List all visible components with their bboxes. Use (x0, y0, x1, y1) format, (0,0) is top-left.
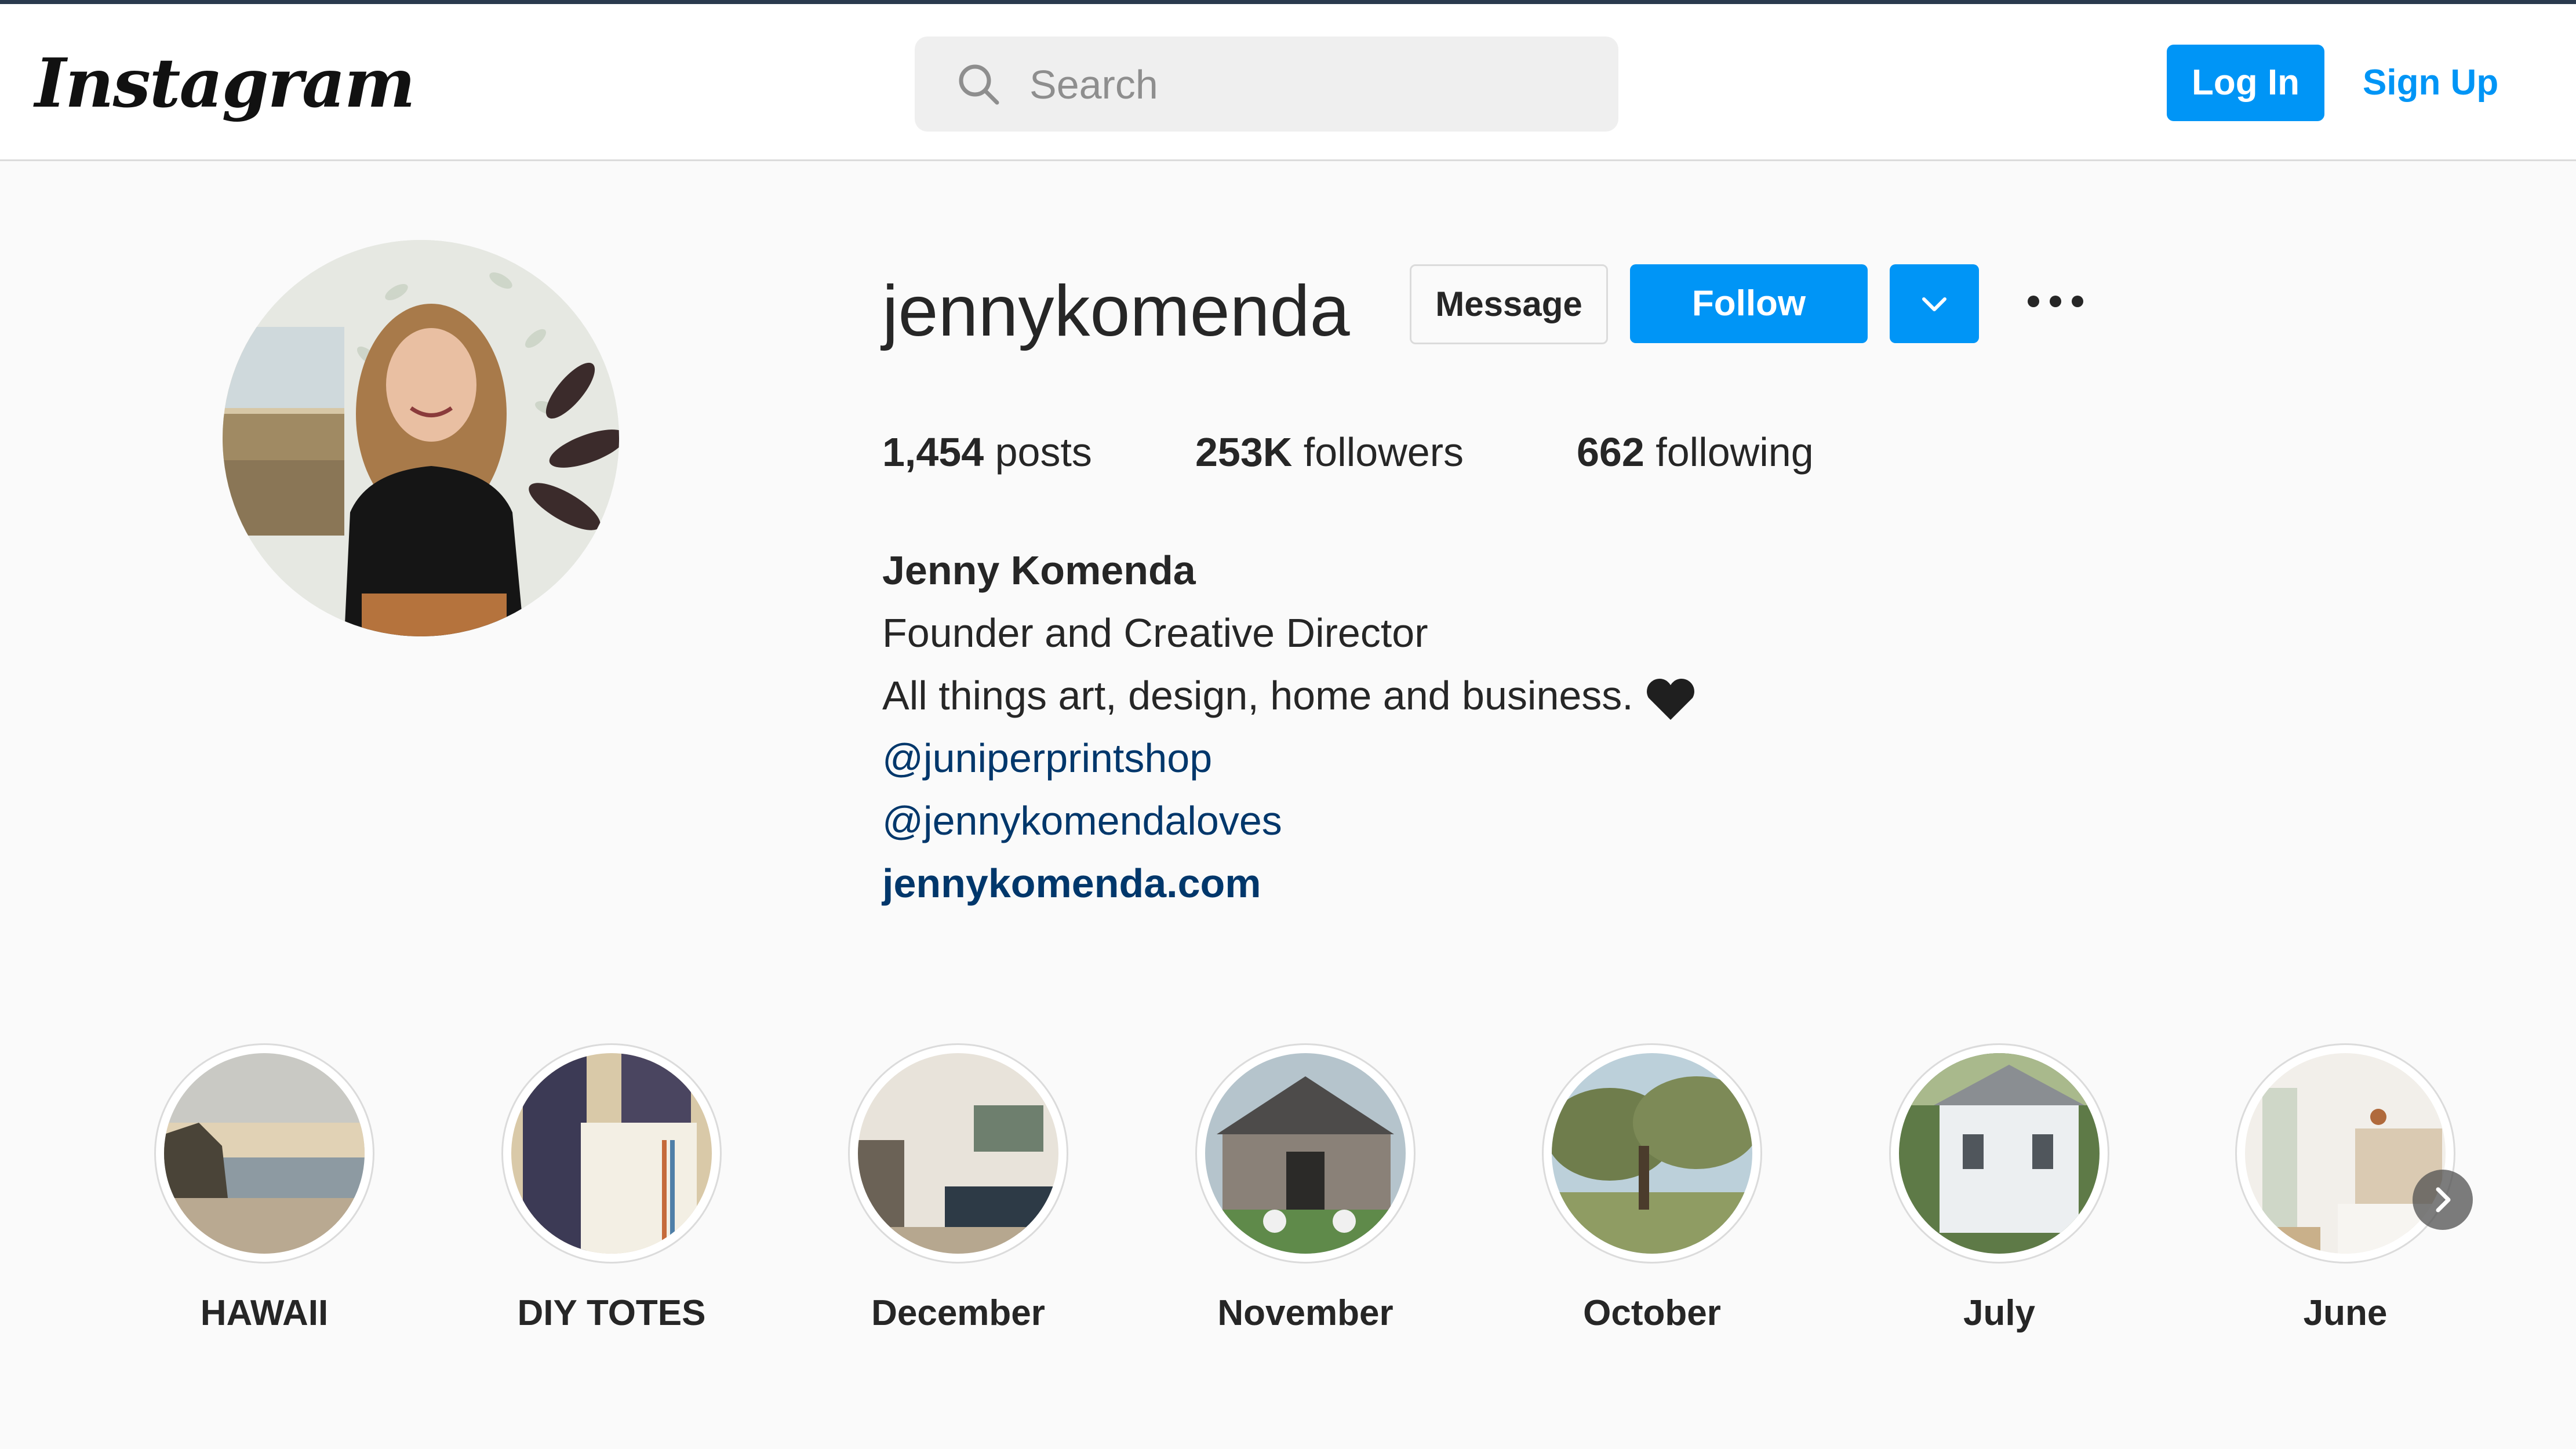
top-navigation-bar: Instagram Log In Sign Up (0, 4, 2576, 161)
search-input[interactable] (1028, 37, 1587, 133)
following-label: following (1656, 429, 1814, 475)
highlight-cover-trees (1552, 1053, 1752, 1254)
chevron-right-icon (2436, 1187, 2451, 1213)
bio-line-description: All things art, design, home and busines… (882, 664, 1698, 727)
posts-count: 1,454 (882, 429, 984, 475)
profile-full-name: Jenny Komenda (882, 548, 1196, 593)
highlight-label: HAWAII (200, 1293, 329, 1333)
highlight-july[interactable]: July (1883, 1043, 2115, 1345)
highlights-next-button[interactable] (2413, 1170, 2473, 1230)
highlight-ring (501, 1043, 722, 1264)
highlight-ring (154, 1043, 374, 1264)
highlight-cover-bedroom (2245, 1053, 2446, 1254)
highlight-ring (1889, 1043, 2109, 1264)
highlight-label: June (2303, 1293, 2388, 1333)
follow-button[interactable]: Follow (1630, 264, 1868, 343)
profile-photo (223, 240, 619, 636)
highlight-label: November (1217, 1293, 1393, 1333)
window-top-edge (0, 0, 2576, 4)
sign-up-link[interactable]: Sign Up (2363, 45, 2498, 121)
highlight-december[interactable]: December (842, 1043, 1074, 1345)
bio-website-link[interactable]: jennykomenda.com (882, 852, 1698, 915)
bio-mention-juniperprintshop[interactable]: @juniperprintshop (882, 727, 1698, 789)
following-count: 662 (1577, 429, 1644, 475)
highlight-label: DIY TOTES (517, 1293, 706, 1333)
highlight-ring (2235, 1043, 2455, 1264)
bio-description-text: All things art, design, home and busines… (882, 673, 1633, 718)
bio-mention-jennykomendaloves[interactable]: @jennykomendaloves (882, 789, 1698, 852)
highlight-cover-totes (511, 1053, 712, 1254)
profile-username: jennykomenda (882, 271, 1350, 351)
highlight-label: October (1583, 1293, 1721, 1333)
suggestions-dropdown-button[interactable] (1890, 264, 1979, 343)
message-button[interactable]: Message (1410, 264, 1608, 344)
posts-label: posts (995, 429, 1092, 475)
highlight-november[interactable]: November (1189, 1043, 1421, 1345)
followers-stat[interactable]: 253K followers (1195, 423, 1464, 481)
more-options-icon[interactable] (2021, 278, 2090, 325)
highlight-hawaii[interactable]: HAWAII (148, 1043, 380, 1345)
followers-label: followers (1303, 429, 1464, 475)
black-heart-emoji-icon (1646, 678, 1694, 720)
highlight-ring (848, 1043, 1068, 1264)
highlight-ring (1542, 1043, 1762, 1264)
highlight-label: December (871, 1293, 1045, 1333)
instagram-logo[interactable]: Instagram (35, 46, 416, 121)
highlight-cover-house (1205, 1053, 1406, 1254)
search-icon (959, 64, 999, 105)
log-in-button[interactable]: Log In (2167, 45, 2324, 121)
posts-stat: 1,454 posts (882, 423, 1092, 481)
profile-avatar[interactable] (223, 240, 619, 636)
highlight-ring (1195, 1043, 1416, 1264)
highlight-label: July (1963, 1293, 2036, 1333)
following-stat[interactable]: 662 following (1577, 423, 1814, 481)
highlight-cover-beach (164, 1053, 365, 1254)
search-box[interactable] (915, 37, 1618, 133)
followers-count: 253K (1195, 429, 1293, 475)
highlight-october[interactable]: October (1536, 1043, 1768, 1345)
bio-line-title: Founder and Creative Director (882, 610, 1428, 656)
highlight-cover-white-house (1899, 1053, 2100, 1254)
chevron-down-icon (1922, 297, 1946, 311)
highlight-cover-living-room (858, 1053, 1058, 1254)
highlight-diy-totes[interactable]: DIY TOTES (496, 1043, 727, 1345)
profile-bio: Jenny Komenda Founder and Creative Direc… (882, 539, 1698, 915)
